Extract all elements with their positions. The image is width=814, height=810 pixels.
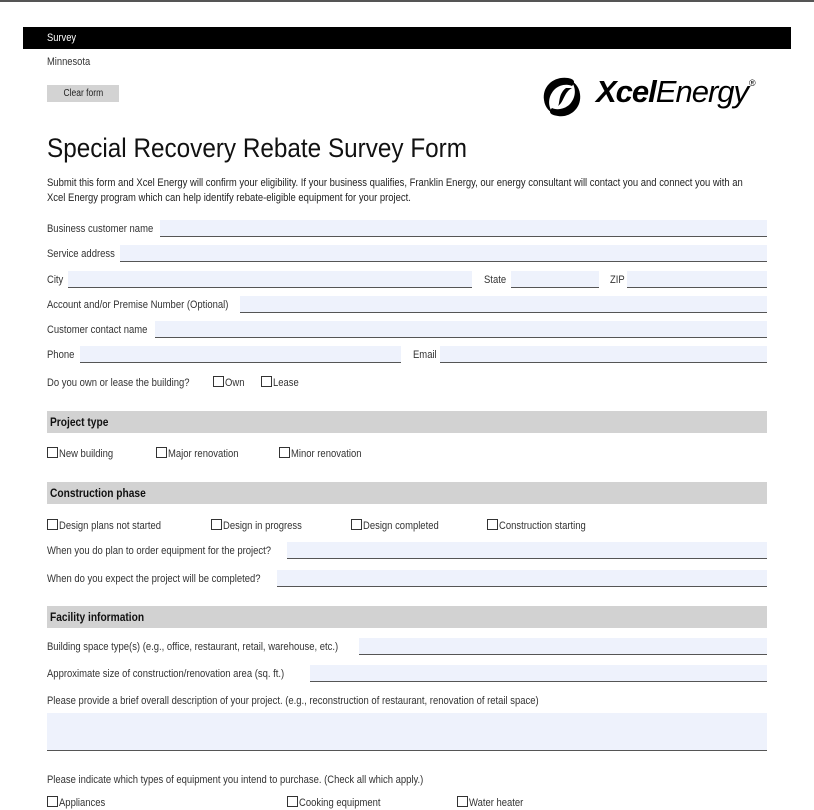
service-address-input[interactable]	[120, 245, 767, 262]
own-checkbox[interactable]: Own	[213, 376, 248, 390]
form-title-bar-label: Survey	[47, 32, 77, 44]
checkbox-box[interactable]	[487, 519, 498, 530]
area-size-input[interactable]	[310, 665, 767, 682]
checkbox-box[interactable]	[47, 796, 58, 807]
email-label: Email	[413, 349, 437, 361]
city-label: City	[47, 274, 64, 286]
business-name-input[interactable]	[160, 220, 767, 237]
minor-renovation-checkbox[interactable]: Minor renovation	[279, 447, 373, 461]
section-facility-information: Facility information	[47, 606, 767, 628]
intro-text: Submit this form and Xcel Energy will co…	[47, 177, 743, 204]
equipment-question: Please indicate which types of equipment…	[47, 774, 424, 786]
checkbox-box[interactable]	[211, 519, 222, 530]
area-size-label: Approximate size of construction/renovat…	[47, 668, 285, 680]
state-input[interactable]	[511, 271, 599, 288]
lease-checkbox[interactable]: Lease	[261, 376, 303, 390]
email-input[interactable]	[440, 346, 767, 363]
description-label: Please provide a brief overall descripti…	[47, 695, 539, 707]
account-input[interactable]	[240, 296, 767, 313]
completion-date-input[interactable]	[277, 570, 767, 587]
checkbox-box[interactable]	[457, 796, 468, 807]
xcel-energy-logo: XcelEnergy®	[538, 72, 778, 120]
checkbox-box[interactable]	[47, 519, 58, 530]
checkbox-box[interactable]	[213, 376, 224, 387]
page-title: Special Recovery Rebate Survey Form	[47, 133, 468, 163]
checkbox-box[interactable]	[156, 447, 167, 458]
section-heading: Project type	[50, 415, 109, 429]
form-title-bar: Survey	[23, 27, 791, 49]
section-heading: Facility information	[50, 610, 145, 624]
logo-wordmark: XcelEnergy®	[596, 74, 756, 109]
own-lease-question: Do you own or lease the building?	[47, 377, 190, 389]
city-input[interactable]	[68, 271, 472, 288]
construction-starting-checkbox[interactable]: Construction starting	[487, 519, 600, 533]
state-field-label: State	[484, 274, 507, 286]
space-type-input[interactable]	[359, 638, 767, 655]
clear-form-label: Clear form	[63, 88, 103, 99]
contact-name-input[interactable]	[155, 321, 767, 338]
section-heading: Construction phase	[50, 486, 146, 500]
design-completed-checkbox[interactable]: Design completed	[351, 519, 451, 533]
business-name-label: Business customer name	[47, 223, 154, 235]
checkbox-box[interactable]	[287, 796, 298, 807]
order-date-input[interactable]	[287, 542, 767, 559]
checkbox-box[interactable]	[279, 447, 290, 458]
zip-input[interactable]	[627, 271, 767, 288]
window-top-border	[0, 0, 814, 2]
checkbox-box[interactable]	[47, 447, 58, 458]
zip-label: ZIP	[610, 274, 625, 286]
clear-form-button[interactable]: Clear form	[47, 85, 119, 102]
section-construction-phase: Construction phase	[47, 482, 767, 504]
phone-input[interactable]	[80, 346, 401, 363]
design-not-started-checkbox[interactable]: Design plans not started	[47, 519, 178, 533]
state-label: Minnesota	[47, 56, 91, 68]
checkbox-box[interactable]	[261, 376, 272, 387]
major-renovation-checkbox[interactable]: Major renovation	[156, 447, 250, 461]
design-in-progress-checkbox[interactable]: Design in progress	[211, 519, 315, 533]
checkbox-box[interactable]	[351, 519, 362, 530]
order-date-label: When you do plan to order equipment for …	[47, 545, 272, 557]
space-type-label: Building space type(s) (e.g., office, re…	[47, 641, 339, 653]
xcel-swirl-icon	[543, 77, 581, 117]
account-label: Account and/or Premise Number (Optional)	[47, 299, 229, 311]
completion-date-label: When do you expect the project will be c…	[47, 573, 261, 585]
project-description-textarea[interactable]	[47, 713, 767, 751]
new-building-checkbox[interactable]: New building	[47, 447, 122, 461]
contact-name-label: Customer contact name	[47, 324, 148, 336]
phone-label: Phone	[47, 349, 75, 361]
service-address-label: Service address	[47, 248, 115, 260]
section-project-type: Project type	[47, 411, 767, 433]
